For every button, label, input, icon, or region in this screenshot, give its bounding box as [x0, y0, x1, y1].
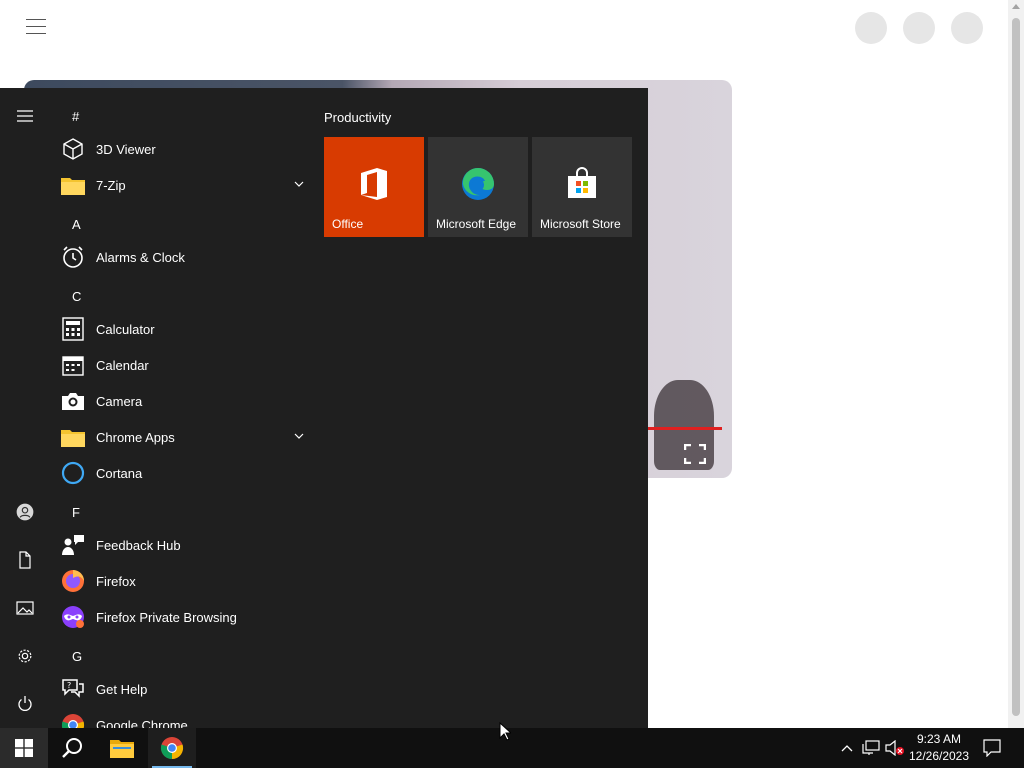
- page-action-circle[interactable]: [951, 12, 983, 44]
- app-label: Calendar: [96, 357, 149, 373]
- chrome-icon: [160, 737, 184, 760]
- clock-icon: [60, 244, 86, 270]
- power-icon[interactable]: [0, 682, 50, 726]
- app-get-help[interactable]: ? Get Help: [60, 671, 310, 707]
- app-label: Calculator: [96, 321, 155, 337]
- group-header-hash[interactable]: #: [72, 109, 79, 124]
- search-button[interactable]: [48, 728, 96, 768]
- app-cortana[interactable]: Cortana: [60, 455, 310, 491]
- action-center-button[interactable]: [978, 728, 1006, 768]
- user-icon[interactable]: [0, 490, 50, 534]
- store-icon: [568, 167, 596, 198]
- tile-microsoft-store[interactable]: Microsoft Store: [532, 137, 632, 237]
- help-icon: ?: [60, 676, 86, 702]
- volume-tray[interactable]: [884, 728, 906, 768]
- app-label: Alarms & Clock: [96, 249, 185, 265]
- settings-icon[interactable]: [0, 634, 50, 678]
- app-calendar[interactable]: Calendar: [60, 347, 310, 383]
- documents-icon[interactable]: [0, 538, 50, 582]
- menu-icon[interactable]: [0, 94, 50, 138]
- search-icon: [62, 738, 82, 758]
- chrome-icon: [60, 712, 86, 728]
- app-calculator[interactable]: Calculator: [60, 311, 310, 347]
- fullscreen-icon[interactable]: [684, 444, 706, 464]
- app-list[interactable]: # 3D Viewer 7-Zip A Alarms & Clock C Cal…: [50, 88, 310, 728]
- cube-icon: [60, 136, 86, 162]
- app-alarms-clock[interactable]: Alarms & Clock: [60, 239, 310, 275]
- chevron-up-icon: [841, 745, 853, 752]
- tile-label: Microsoft Store: [540, 217, 621, 231]
- network-icon: [862, 740, 880, 755]
- cortana-icon: [60, 460, 86, 486]
- app-label: Google Chrome: [96, 717, 188, 729]
- app-label: Firefox Private Browsing: [96, 609, 237, 625]
- app-google-chrome[interactable]: Google Chrome: [60, 707, 310, 728]
- group-header-f[interactable]: F: [72, 505, 80, 520]
- app-label: Camera: [96, 393, 143, 409]
- camera-icon: [60, 388, 86, 414]
- firefox-private-icon: [60, 604, 86, 630]
- group-header-c[interactable]: C: [72, 289, 81, 304]
- notifications-icon: [983, 739, 1001, 757]
- tiles-group-title[interactable]: Productivity: [324, 110, 391, 125]
- app-label: Firefox: [96, 573, 136, 589]
- page-action-circle[interactable]: [855, 12, 887, 44]
- app-label: Get Help: [96, 681, 148, 697]
- app-feedback-hub[interactable]: Feedback Hub: [60, 527, 310, 563]
- app-label: 3D Viewer: [96, 141, 156, 157]
- chevron-down-icon[interactable]: [294, 179, 304, 189]
- edge-icon: [462, 168, 494, 200]
- office-icon: [361, 168, 387, 200]
- chrome-taskbar-button[interactable]: [148, 728, 196, 768]
- group-header-a[interactable]: A: [72, 217, 81, 232]
- scrollbar-thumb[interactable]: [1012, 18, 1020, 716]
- page-scrollbar[interactable]: [1008, 0, 1024, 728]
- network-tray[interactable]: [860, 728, 882, 768]
- svg-text:?: ?: [67, 681, 71, 690]
- page-menu-icon[interactable]: [26, 19, 46, 35]
- feedback-icon: [60, 532, 86, 558]
- scroll-up-icon[interactable]: [1012, 4, 1020, 9]
- app-camera[interactable]: Camera: [60, 383, 310, 419]
- app-label: Cortana: [96, 465, 143, 481]
- video-progress-bar[interactable]: [644, 427, 722, 430]
- tile-office[interactable]: Office: [324, 137, 424, 237]
- app-label: Chrome Apps: [96, 429, 175, 445]
- app-firefox-private[interactable]: Firefox Private Browsing: [60, 599, 310, 635]
- calculator-icon: [60, 316, 86, 342]
- volume-muted-icon: [885, 740, 904, 756]
- tile-label: Office: [332, 217, 364, 231]
- file-explorer-button[interactable]: [98, 728, 146, 768]
- app-chrome-apps[interactable]: Chrome Apps: [60, 419, 310, 455]
- tile-label: Microsoft Edge: [436, 217, 517, 231]
- taskbar: 9:23 AM 12/26/2023: [0, 728, 1024, 768]
- tile-microsoft-edge[interactable]: Microsoft Edge: [428, 137, 528, 237]
- folder-icon: [60, 424, 86, 450]
- taskbar-clock[interactable]: 9:23 AM 12/26/2023: [904, 731, 974, 765]
- app-label: 7-Zip: [96, 177, 126, 193]
- start-menu: # 3D Viewer 7-Zip A Alarms & Clock C Cal…: [0, 88, 648, 728]
- page-action-circle[interactable]: [903, 12, 935, 44]
- calendar-icon: [60, 352, 86, 378]
- start-icon: [15, 739, 33, 757]
- start-button[interactable]: [0, 728, 48, 768]
- chevron-down-icon[interactable]: [294, 431, 304, 441]
- app-label: Feedback Hub: [96, 537, 181, 553]
- show-hidden-icons[interactable]: [836, 728, 858, 768]
- app-3d-viewer[interactable]: 3D Viewer: [60, 131, 310, 167]
- app-7-zip[interactable]: 7-Zip: [60, 167, 310, 203]
- group-header-g[interactable]: G: [72, 649, 82, 664]
- folder-icon: [60, 172, 86, 198]
- app-firefox[interactable]: Firefox: [60, 563, 310, 599]
- mouse-cursor-icon: [499, 722, 511, 741]
- clock-time: 9:23 AM: [916, 732, 962, 746]
- firefox-icon: [60, 568, 86, 594]
- pictures-icon[interactable]: [0, 586, 50, 630]
- clock-date: 12/26/2023: [908, 749, 970, 763]
- file-explorer-icon: [110, 740, 134, 758]
- start-rail: [0, 88, 50, 728]
